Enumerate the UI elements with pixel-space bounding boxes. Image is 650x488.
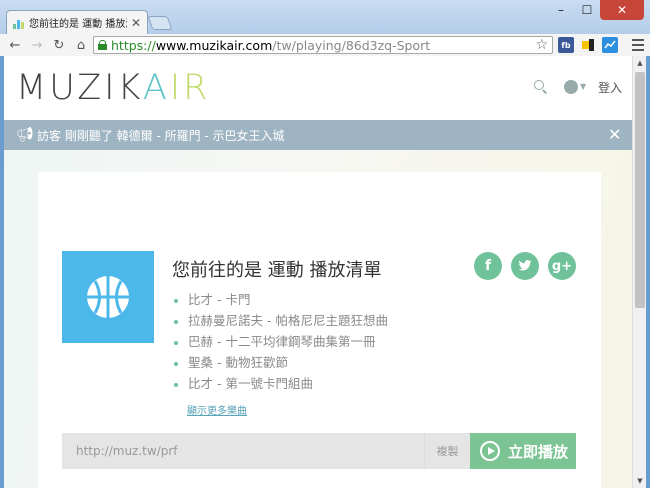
track-list: 比才 - 卡門 拉赫曼尼諾夫 - 帕格尼尼主題狂想曲 巴赫 - 十二平均律鋼琴曲… (172, 289, 388, 394)
back-arrow-icon: ← (9, 37, 21, 53)
maximize-button[interactable]: ☐ (574, 0, 600, 20)
twitter-icon (518, 260, 532, 271)
login-link[interactable]: 登入 (598, 79, 622, 96)
playlist-title: 您前往的是 運動 播放清單 (172, 260, 382, 281)
list-item[interactable]: 比才 - 第一號卡門組曲 (172, 373, 388, 394)
browser-toolbar: ← → ↻ ⌂ https://www.muzikair.com/tw/play… (0, 34, 650, 56)
scroll-thumb[interactable] (635, 72, 645, 308)
playlist-cover (62, 251, 154, 343)
copy-button[interactable]: 複製 (424, 433, 470, 469)
muzikair-favicon-icon (13, 17, 25, 29)
scroll-up-arrow-icon[interactable]: ▲ (633, 56, 647, 70)
lock-icon (98, 40, 107, 50)
facebook-icon: f (484, 258, 492, 274)
chevron-down-icon[interactable]: ▼ (580, 82, 586, 91)
extension-tag-icon[interactable] (580, 37, 596, 53)
new-tab-button[interactable] (147, 16, 173, 30)
window-frame (646, 56, 650, 488)
playlist-card: 您前往的是 運動 播放清單 f g+ 比才 - 卡門 拉赫曼尼諾夫 - 帕格尼尼… (38, 172, 601, 488)
muzikair-logo[interactable]: MUZIKAIR (16, 68, 210, 108)
twitter-share-button[interactable] (511, 252, 539, 280)
home-icon: ⌂ (76, 37, 86, 53)
play-now-label: 立即播放 (508, 442, 569, 461)
extension-chart-icon[interactable] (602, 37, 618, 53)
minimize-button[interactable]: – (548, 0, 574, 20)
list-item[interactable]: 聖桑 - 動物狂歡節 (172, 352, 388, 373)
bookmark-star-icon[interactable]: ☆ (535, 37, 548, 53)
window-controls: – ☐ ✕ (548, 0, 644, 20)
url-text: https://www.muzikair.com/tw/playing/86d3… (111, 37, 431, 53)
google-plus-icon: g+ (551, 258, 573, 274)
activity-notice-bar: 📢︎ 訪客 剛剛聽了 韓德爾 - 所羅門 - 示巴女王入城 ✕ (4, 120, 632, 150)
notice-close-icon[interactable]: ✕ (608, 125, 621, 144)
browser-tab[interactable]: 您前往的是 運動 播放清單 ✕ (6, 10, 148, 34)
browser-titlebar: 您前往的是 運動 播放清單 ✕ – ☐ ✕ (0, 0, 650, 34)
short-url-field[interactable]: http://muz.tw/prf (76, 444, 178, 458)
search-icon[interactable] (534, 80, 548, 94)
home-button[interactable]: ⌂ (70, 35, 92, 55)
play-icon (480, 441, 500, 461)
reload-button[interactable]: ↻ (48, 35, 70, 55)
reload-icon: ↻ (53, 37, 65, 53)
tab-title: 您前往的是 運動 播放清單 (29, 19, 127, 30)
address-bar[interactable]: https://www.muzikair.com/tw/playing/86d3… (93, 36, 553, 54)
globe-icon[interactable] (564, 80, 578, 94)
window-close-button[interactable]: ✕ (600, 0, 644, 20)
play-now-button[interactable]: 立即播放 (470, 433, 576, 469)
show-more-tracks-link[interactable]: 顯示更多樂曲 (187, 402, 247, 417)
forward-button[interactable]: → (26, 35, 48, 55)
vertical-scrollbar[interactable]: ▲ ▼ (632, 56, 646, 488)
back-button[interactable]: ← (4, 35, 26, 55)
share-link-bar: http://muz.tw/prf 複製 立即播放 (62, 433, 576, 469)
list-item[interactable]: 巴赫 - 十二平均律鋼琴曲集第一冊 (172, 331, 388, 352)
google-plus-share-button[interactable]: g+ (548, 252, 576, 280)
megaphone-icon: 📢︎ (16, 127, 34, 143)
basketball-icon (87, 276, 129, 318)
list-item[interactable]: 拉赫曼尼諾夫 - 帕格尼尼主題狂想曲 (172, 310, 388, 331)
list-item[interactable]: 比才 - 卡門 (172, 289, 388, 310)
scroll-down-arrow-icon[interactable]: ▼ (633, 474, 647, 488)
forward-arrow-icon: → (31, 37, 43, 53)
facebook-share-button[interactable]: f (474, 252, 502, 280)
notice-text: 訪客 剛剛聽了 韓德爾 - 所羅門 - 示巴女王入城 (37, 129, 285, 143)
browser-menu-icon[interactable] (632, 39, 644, 54)
tab-close-icon[interactable]: ✕ (131, 17, 141, 29)
page-viewport: MUZIKAIR ▼ 登入 📢︎ 訪客 剛剛聽了 韓德爾 - 所羅門 - 示巴女… (4, 56, 632, 488)
site-header: MUZIKAIR ▼ 登入 (4, 56, 632, 120)
facebook-extension-icon[interactable]: fb (558, 37, 574, 53)
